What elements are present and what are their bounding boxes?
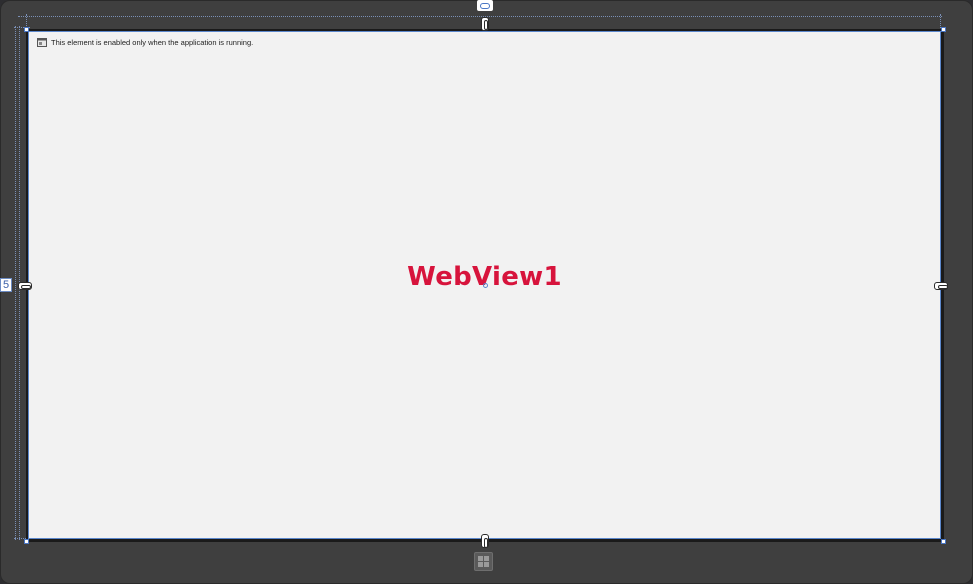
margin-adorner-icon [480, 2, 490, 9]
resize-handle-bottom-left[interactable] [24, 539, 29, 544]
left-guide-line-outer [15, 26, 16, 540]
resize-handle-bottom-right[interactable] [941, 539, 946, 544]
windows-button[interactable] [474, 552, 493, 571]
webview-element[interactable]: This element is enabled only when the ap… [28, 31, 941, 539]
center-point-indicator [483, 283, 488, 288]
windows-start-icon [478, 556, 489, 567]
margin-adorner-top[interactable] [477, 0, 493, 11]
webview-info-icon [37, 38, 47, 47]
top-left-short-guide [26, 14, 27, 28]
pin-right[interactable] [934, 282, 948, 290]
top-guide-line [18, 16, 942, 17]
pin-bottom[interactable] [481, 534, 489, 548]
resize-handle-top-left[interactable] [24, 27, 29, 32]
pin-left[interactable] [18, 282, 32, 290]
left-margin-value[interactable]: 5 [0, 278, 12, 292]
right-guide-line [940, 14, 941, 28]
pin-top[interactable] [481, 17, 489, 31]
notice-text: This element is enabled only when the ap… [51, 38, 254, 47]
design-time-notice: This element is enabled only when the ap… [37, 38, 253, 47]
resize-handle-top-right[interactable] [941, 27, 946, 32]
